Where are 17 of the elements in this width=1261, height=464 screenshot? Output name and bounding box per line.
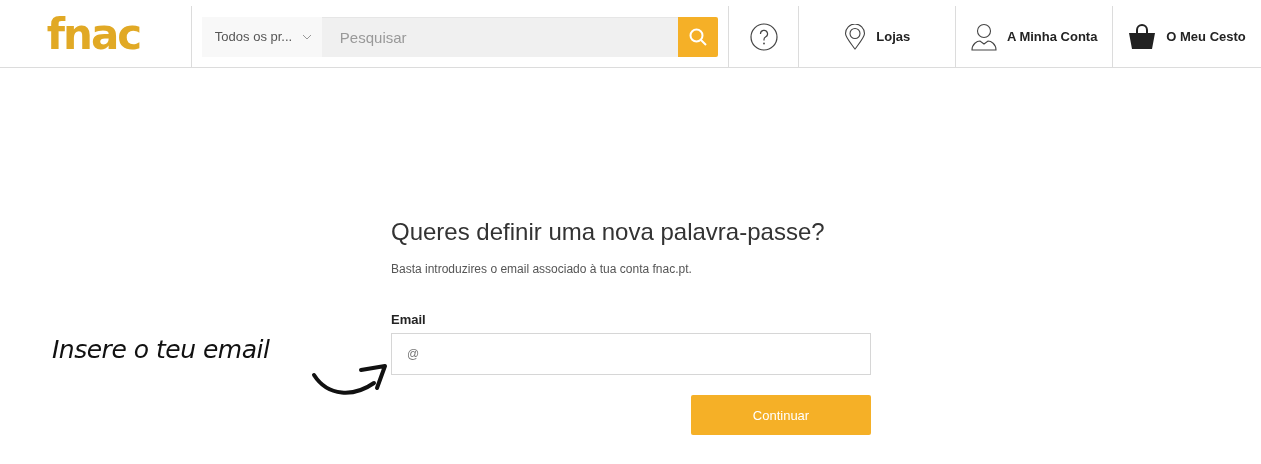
curved-arrow-icon: [311, 363, 389, 397]
shopping-bag-icon: [1128, 23, 1157, 50]
stores-link[interactable]: Lojas: [844, 23, 911, 50]
instructions-text: Basta introduzires o email associado à tua conta fnac.pt.: [391, 262, 693, 276]
email-label: Email: [391, 312, 427, 327]
email-field[interactable]: @: [391, 333, 871, 375]
account-link[interactable]: A Minha Conta: [970, 22, 1098, 51]
help-icon[interactable]: [749, 22, 778, 51]
user-icon: [970, 22, 997, 51]
basket-link[interactable]: O Meu Cesto: [1128, 23, 1246, 50]
page-title: Queres definir uma nova palavra-passe?: [391, 218, 826, 246]
search-icon: [689, 27, 708, 46]
chevron-down-icon: [301, 33, 312, 40]
search-field[interactable]: Pesquisar: [321, 16, 679, 57]
category-select[interactable]: Todos os pr...: [201, 16, 322, 57]
handwritten-note: Insere o teu email: [52, 335, 270, 364]
location-pin-icon: [844, 23, 867, 50]
